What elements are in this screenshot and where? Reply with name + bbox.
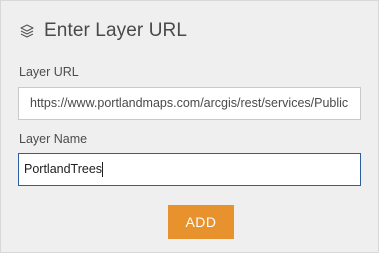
- layer-name-label: Layer Name: [19, 132, 88, 146]
- layer-name-input[interactable]: PortlandTrees: [18, 153, 361, 186]
- panel-title: Enter Layer URL: [44, 20, 188, 41]
- layer-url-value: https://www.portlandmaps.com/arcgis/rest…: [30, 96, 349, 110]
- text-caret: [102, 162, 104, 178]
- layer-url-label: Layer URL: [19, 65, 79, 79]
- add-layer-panel: Enter Layer URL Layer URL https://www.po…: [0, 0, 379, 253]
- layer-name-value: PortlandTrees: [24, 162, 103, 176]
- add-button[interactable]: ADD: [168, 205, 234, 239]
- layers-icon: [19, 23, 35, 39]
- layer-url-input[interactable]: https://www.portlandmaps.com/arcgis/rest…: [18, 87, 361, 120]
- panel-header: Enter Layer URL: [19, 20, 187, 42]
